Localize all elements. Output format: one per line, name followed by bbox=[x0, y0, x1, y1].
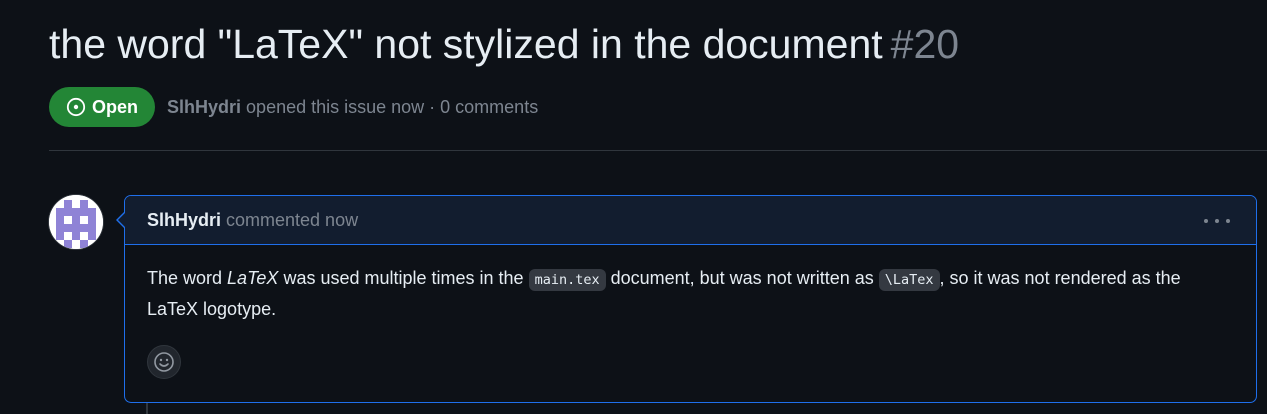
timeline-line bbox=[146, 403, 148, 414]
identicon bbox=[49, 195, 103, 249]
body-text: was used multiple times in the bbox=[278, 268, 529, 288]
avatar[interactable] bbox=[49, 195, 103, 249]
add-reaction-button[interactable] bbox=[147, 345, 181, 379]
body-emphasis: LaTeX bbox=[227, 268, 279, 288]
body-text: The word bbox=[147, 268, 228, 288]
smiley-icon bbox=[154, 352, 174, 372]
status-label: Open bbox=[92, 96, 139, 117]
comment-body: The word LaTeX was used multiple times i… bbox=[125, 245, 1256, 324]
body-text: document, but was not written as bbox=[605, 268, 879, 288]
issue-title-text: the word "LaTeX" not stylized in the doc… bbox=[49, 21, 883, 67]
issue-page: the word "LaTeX" not stylized in the doc… bbox=[0, 0, 1267, 414]
issue-meta-text: SlhHydri opened this issue now · 0 comme… bbox=[167, 97, 538, 118]
issue-author-link[interactable]: SlhHydri bbox=[167, 97, 241, 117]
inline-code-main-tex: main.tex bbox=[528, 269, 606, 291]
comment-box: SlhHydri commented now The word LaTeX wa… bbox=[116, 195, 1257, 403]
issue-opened-icon bbox=[66, 97, 86, 117]
issue-opened-text: opened this issue now · 0 comments bbox=[246, 96, 539, 117]
issue-number: #20 bbox=[890, 21, 960, 67]
comment-timestamp[interactable]: commented now bbox=[226, 210, 358, 231]
comment-header: SlhHydri commented now bbox=[125, 196, 1256, 245]
issue-meta: Open SlhHydri opened this issue now · 0 … bbox=[49, 87, 538, 127]
issue-title: the word "LaTeX" not stylized in the doc… bbox=[49, 18, 959, 70]
header-divider bbox=[49, 150, 1267, 151]
inline-code-latex: \LaTex bbox=[878, 269, 940, 291]
comment-author-link[interactable]: SlhHydri bbox=[147, 210, 221, 231]
status-badge: Open bbox=[49, 87, 156, 127]
kebab-horizontal-icon[interactable] bbox=[1204, 211, 1230, 231]
